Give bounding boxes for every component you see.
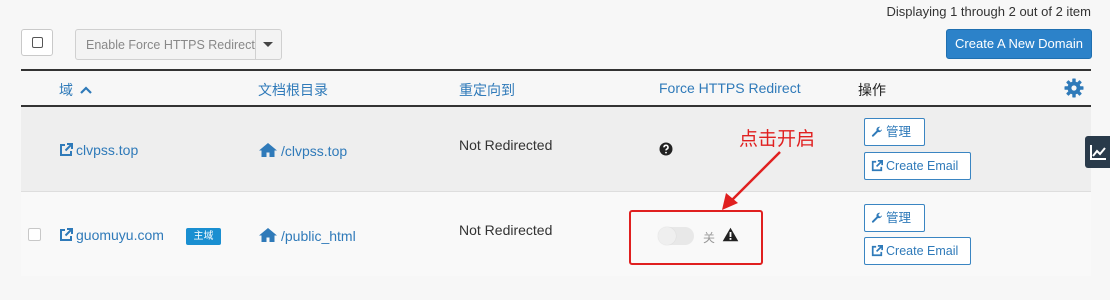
header-actions: 操作	[858, 82, 886, 98]
select-all-checkbox[interactable]	[21, 29, 53, 56]
side-stats-tab[interactable]	[1085, 136, 1110, 168]
redirect-status: Not Redirected	[459, 137, 553, 153]
question-circle-icon[interactable]	[659, 142, 673, 156]
domain-link-text[interactable]: guomuyu.com	[76, 227, 164, 243]
annotation-highlight-box	[629, 210, 763, 265]
sort-up-icon[interactable]	[80, 85, 92, 95]
gear-icon[interactable]	[1064, 78, 1084, 98]
docroot-link-text[interactable]: /public_html	[281, 228, 356, 244]
domain-link[interactable]: clvpss.top	[59, 142, 138, 158]
wrench-icon	[871, 126, 882, 137]
docroot-link-text[interactable]: /clvpss.top	[281, 143, 347, 159]
annotation-arrow	[722, 151, 781, 210]
manage-button[interactable]: 管理	[864, 204, 925, 232]
select-divider	[255, 30, 256, 59]
create-email-button-label[interactable]: Create Email	[886, 244, 958, 258]
docroot-link[interactable]: /public_html	[258, 227, 356, 244]
home-icon	[259, 143, 277, 157]
wrench-icon	[871, 212, 882, 223]
external-link-icon	[60, 228, 73, 241]
create-domain-button[interactable]: Create A New Domain	[946, 29, 1092, 59]
primary-domain-badge: 主域	[186, 228, 221, 245]
bulk-action-select[interactable]: Enable Force HTTPS Redirect	[75, 29, 282, 60]
header-domain-label[interactable]: 域	[59, 82, 73, 98]
select-all-checkbox-box[interactable]	[32, 37, 43, 48]
table-header-row	[21, 71, 1091, 107]
manage-button-label[interactable]: 管理	[886, 125, 911, 139]
domain-link-text[interactable]: clvpss.top	[76, 142, 138, 158]
header-domain[interactable]: 域	[59, 80, 92, 100]
redirect-status: Not Redirected	[459, 222, 553, 238]
row-checkbox[interactable]	[28, 228, 41, 241]
create-email-button[interactable]: Create Email	[864, 237, 971, 265]
create-email-button-label[interactable]: Create Email	[886, 159, 958, 173]
external-link-icon	[871, 245, 883, 257]
external-link-icon	[60, 143, 73, 156]
docroot-link[interactable]: /clvpss.top	[258, 142, 347, 159]
create-email-button[interactable]: Create Email	[864, 152, 971, 180]
manage-button-label[interactable]: 管理	[886, 211, 911, 225]
manage-button[interactable]: 管理	[864, 118, 925, 146]
chart-icon[interactable]	[1085, 136, 1110, 168]
header-force-https[interactable]: Force HTTPS Redirect	[659, 80, 801, 96]
header-docroot[interactable]: 文档根目录	[258, 80, 328, 100]
pagination-info: Displaying 1 through 2 out of 2 item	[886, 4, 1091, 19]
header-redirect[interactable]: 重定向到	[459, 80, 515, 100]
home-icon	[259, 228, 277, 242]
chevron-down-icon[interactable]	[263, 42, 273, 47]
external-link-icon	[871, 160, 883, 172]
bulk-action-select-label: Enable Force HTTPS Redirect	[86, 38, 255, 52]
domain-link[interactable]: guomuyu.com	[59, 227, 164, 243]
annotation-text: 点击开启	[739, 128, 816, 150]
